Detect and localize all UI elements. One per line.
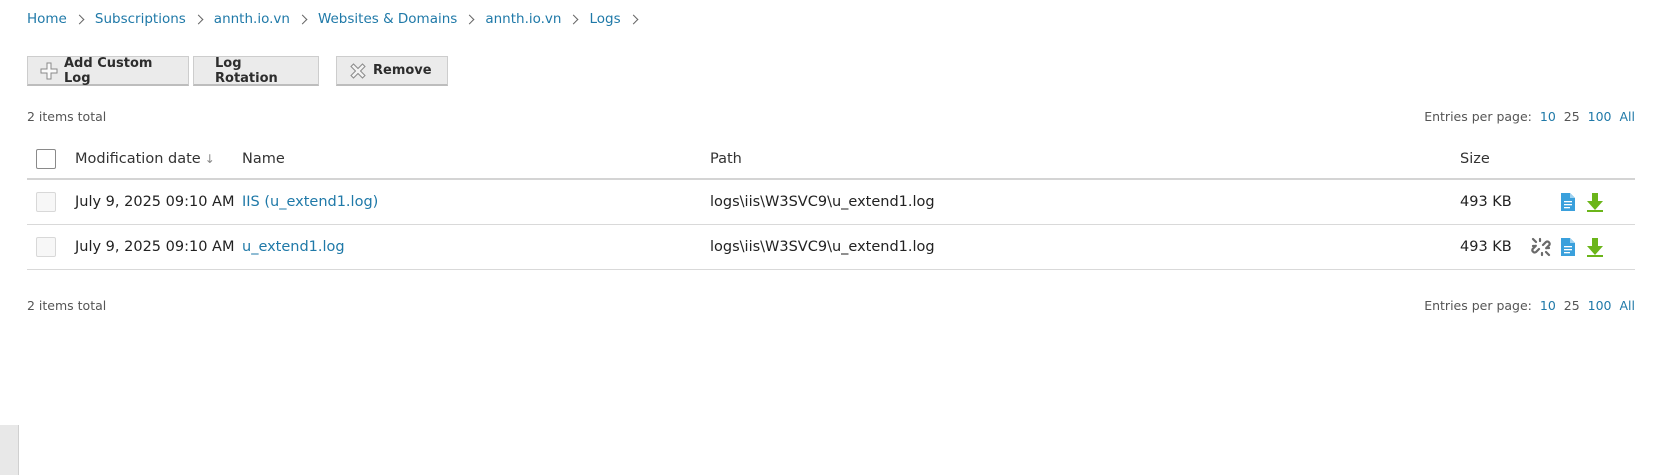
row-path: logs\iis\W3SVC9\u_extend1.log	[710, 194, 935, 210]
column-header-path[interactable]: Path	[710, 151, 742, 167]
list-summary-bottom: 2 items total Entries per page: 10 25 10…	[27, 298, 1635, 313]
entries-per-page-label: Entries per page:	[1424, 298, 1532, 313]
page-size-all[interactable]: All	[1620, 298, 1636, 313]
page-size-100[interactable]: 100	[1588, 109, 1612, 124]
view-file-icon[interactable]	[1557, 236, 1579, 258]
items-total: 2 items total	[27, 298, 107, 313]
column-header-name[interactable]: Name	[242, 151, 285, 167]
sort-down-icon: ↓	[204, 152, 215, 166]
toolbar: Add Custom Log Log Rotation Remove	[27, 56, 448, 86]
row-path: logs\iis\W3SVC9\u_extend1.log	[710, 239, 935, 255]
row-checkbox-cell	[36, 192, 56, 212]
table-row: July 9, 2025 09:10 AM IIS (u_extend1.log…	[27, 180, 1635, 225]
add-custom-log-button[interactable]: Add Custom Log	[27, 56, 189, 86]
log-rotation-label: Log Rotation	[215, 55, 278, 86]
breadcrumb-domain[interactable]: annth.io.vn	[485, 11, 561, 27]
logs-table: Modification date ↓ Name Path Size July 9…	[27, 140, 1635, 270]
add-custom-log-label: Add Custom Log	[64, 55, 153, 86]
column-header-date-label: Modification date	[75, 151, 201, 167]
breadcrumb: Home Subscriptions annth.io.vn Websites …	[27, 11, 649, 27]
log-rotation-button[interactable]: Log Rotation	[193, 56, 319, 86]
chevron-right-icon	[297, 14, 308, 24]
breadcrumb-logs[interactable]: Logs	[589, 11, 620, 27]
remove-label: Remove	[373, 63, 432, 78]
entries-per-page-label: Entries per page:	[1424, 109, 1532, 124]
row-actions	[1527, 236, 1608, 258]
side-panel-tab[interactable]	[0, 425, 19, 475]
chevron-right-icon	[569, 14, 579, 24]
items-total: 2 items total	[27, 109, 107, 124]
page-size-100[interactable]: 100	[1588, 298, 1612, 313]
breadcrumb-subscription[interactable]: annth.io.vn	[214, 11, 290, 27]
entries-per-page: Entries per page: 10 25 100 All	[1424, 109, 1635, 124]
entries-per-page: Entries per page: 10 25 100 All	[1424, 298, 1635, 313]
row-actions	[1527, 191, 1608, 213]
breadcrumb-websites-domains[interactable]: Websites & Domains	[318, 11, 457, 27]
row-size: 493 KB	[1460, 239, 1512, 255]
row-size: 493 KB	[1460, 194, 1512, 210]
row-name-link[interactable]: IIS (u_extend1.log)	[242, 194, 378, 210]
chevron-right-icon	[193, 14, 204, 24]
list-summary-top: 2 items total Entries per page: 10 25 10…	[27, 109, 1635, 124]
page-size-10[interactable]: 10	[1540, 298, 1556, 313]
row-date: July 9, 2025 09:10 AM	[75, 239, 235, 255]
view-file-icon[interactable]	[1557, 191, 1579, 213]
download-icon[interactable]	[1584, 191, 1606, 213]
page-size-all[interactable]: All	[1620, 109, 1636, 124]
row-checkbox	[36, 192, 56, 212]
breadcrumb-subscriptions[interactable]: Subscriptions	[95, 11, 186, 27]
remove-button[interactable]: Remove	[336, 56, 448, 86]
chevron-right-icon	[74, 14, 85, 24]
remove-x-icon	[349, 62, 367, 80]
page-size-25[interactable]: 25	[1564, 298, 1580, 313]
page-size-25[interactable]: 25	[1564, 109, 1580, 124]
breadcrumb-home[interactable]: Home	[27, 11, 67, 27]
column-header-date[interactable]: Modification date ↓	[75, 151, 215, 167]
row-date: July 9, 2025 09:10 AM	[75, 194, 235, 210]
table-row: July 9, 2025 09:10 AM u_extend1.log logs…	[27, 225, 1635, 270]
unlink-icon[interactable]	[1530, 236, 1552, 258]
download-icon[interactable]	[1584, 236, 1606, 258]
select-all-cell	[36, 149, 56, 169]
select-all-checkbox[interactable]	[36, 149, 56, 169]
row-checkbox-cell	[36, 237, 56, 257]
page-size-10[interactable]: 10	[1540, 109, 1556, 124]
column-header-size[interactable]: Size	[1460, 151, 1490, 167]
plus-icon	[40, 62, 58, 80]
chevron-right-icon	[464, 14, 475, 24]
chevron-right-icon	[628, 14, 639, 24]
row-checkbox	[36, 237, 56, 257]
table-header: Modification date ↓ Name Path Size	[27, 140, 1635, 180]
row-name-link[interactable]: u_extend1.log	[242, 239, 345, 255]
